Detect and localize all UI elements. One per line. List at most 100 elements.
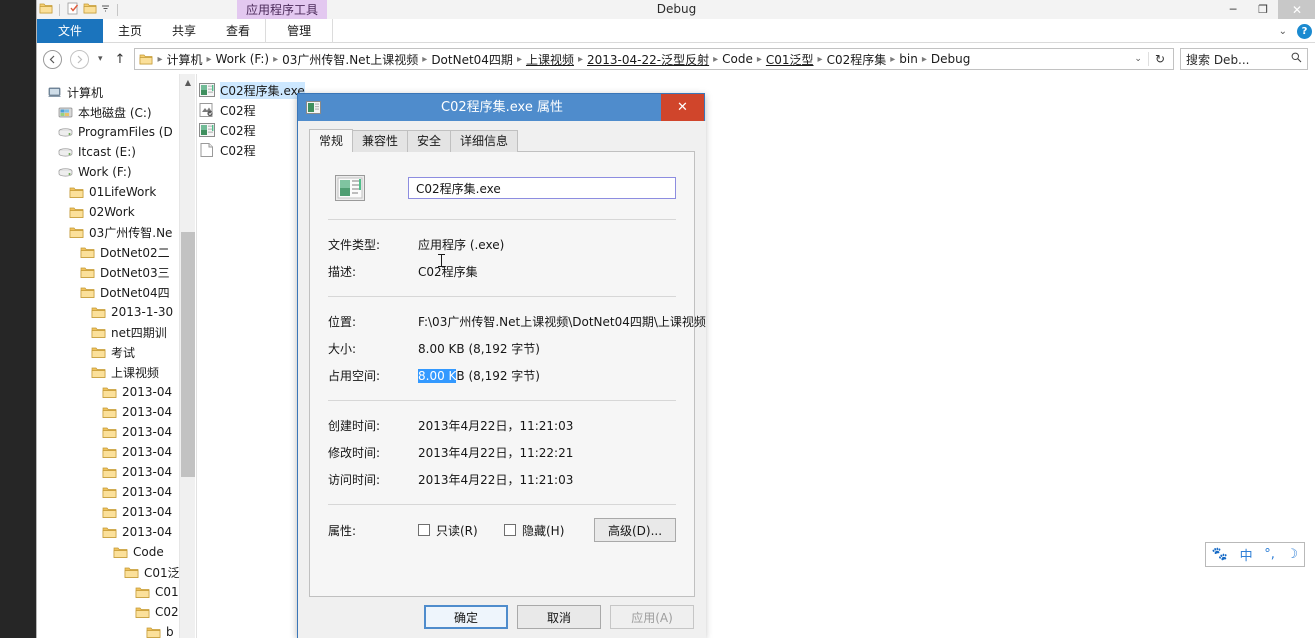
ok-button[interactable]: 确定 — [424, 605, 508, 629]
tab-compatibility[interactable]: 兼容性 — [352, 130, 409, 152]
tree-item-label: 2013-04 — [122, 465, 173, 479]
up-button[interactable]: ↑ — [115, 52, 126, 67]
tree-item[interactable]: Code — [37, 542, 179, 562]
tree-item[interactable]: 上课视频 — [37, 362, 179, 382]
ribbon-tab-share[interactable]: 共享 — [157, 19, 211, 43]
minimize-button[interactable]: ─ — [1218, 0, 1248, 19]
search-input[interactable]: 搜索 Deb... — [1180, 48, 1308, 70]
tree-item[interactable]: C01泛 — [37, 562, 179, 582]
ribbon-tab-home[interactable]: 主页 — [103, 19, 157, 43]
tree-item[interactable]: 03广州传智.Ne — [37, 222, 179, 242]
breadcrumb-sep-9: ▸ — [890, 53, 896, 65]
back-button[interactable] — [43, 49, 62, 69]
breadcrumb-item-2[interactable]: 03广州传智.Net上课视频 — [279, 51, 421, 68]
tree-item[interactable]: DotNet03三 — [37, 262, 179, 282]
tree-item-label: 01LifeWork — [89, 185, 157, 199]
tree-item[interactable]: 本地磁盘 (C:) — [37, 102, 179, 122]
tree-item[interactable]: ProgramFiles (D — [37, 122, 179, 142]
ime-logo-icon[interactable]: 🐾 — [1212, 547, 1228, 562]
ime-toolbar[interactable]: 🐾 中 °, ☽ — [1205, 542, 1305, 567]
breadcrumb-item-5[interactable]: 2013-04-22-泛型反射 — [584, 51, 712, 68]
readonly-checkbox-box[interactable] — [418, 524, 430, 536]
tab-general[interactable]: 常规 — [309, 129, 354, 152]
tab-details[interactable]: 详细信息 — [450, 130, 519, 152]
tree-item[interactable]: 计算机 — [37, 82, 179, 102]
tree-item[interactable]: net四期训 — [37, 322, 179, 342]
file-list-item-label: C02程 — [220, 123, 256, 138]
help-icon[interactable]: ? — [1297, 23, 1312, 39]
ime-punctuation-icon[interactable]: °, — [1264, 547, 1275, 562]
qat-new-folder-icon[interactable] — [83, 2, 97, 18]
ribbon-tab-file[interactable]: 文件 — [37, 19, 104, 43]
tree-item[interactable]: 02Work — [37, 202, 179, 222]
breadcrumb-item-10[interactable]: Debug — [928, 52, 973, 66]
readonly-checkbox[interactable]: 只读(R) — [418, 522, 504, 539]
tree-item[interactable]: 考试 — [37, 342, 179, 362]
tree-item[interactable]: 2013-04 — [37, 482, 179, 502]
tree-item[interactable]: Itcast (E:) — [37, 142, 179, 162]
breadcrumb-dropdown-chevron-down-icon[interactable]: ⌄ — [1128, 54, 1148, 64]
folder-icon — [102, 506, 117, 519]
breadcrumb[interactable]: ▸ 计算机 ▸ Work (F:) ▸ 03广州传智.Net上课视频 ▸ Dot… — [134, 48, 1174, 70]
qat-folder-icon[interactable] — [39, 2, 53, 18]
breadcrumb-item-0[interactable]: 计算机 — [163, 51, 205, 68]
forward-button[interactable] — [70, 49, 89, 69]
tree-item[interactable]: DotNet04四 — [37, 282, 179, 302]
breadcrumb-item-9[interactable]: bin — [896, 52, 921, 66]
folder-icon — [113, 546, 128, 559]
breadcrumb-item-7[interactable]: C01泛型 — [763, 51, 817, 68]
breadcrumb-item-6[interactable]: Code — [719, 52, 756, 66]
scrollbar-thumb[interactable] — [181, 232, 195, 477]
tree-item[interactable]: 2013-1-30 — [37, 302, 179, 322]
qat-customize-dropdown-icon[interactable] — [100, 3, 111, 17]
tree-item[interactable]: 2013-04 — [37, 462, 179, 482]
ribbon-collapse-chevron-down-icon[interactable]: ⌄ — [1279, 26, 1287, 37]
ribbon-tab-manage[interactable]: 管理 — [265, 19, 334, 43]
advanced-button[interactable]: 高级(D)... — [594, 518, 676, 542]
hidden-checkbox[interactable]: 隐藏(H) — [504, 522, 590, 539]
tree-item[interactable]: 2013-04 — [37, 522, 179, 542]
tree-item[interactable]: 2013-04 — [37, 502, 179, 522]
tree-item[interactable]: 2013-04 — [37, 442, 179, 462]
tree-item[interactable]: 2013-04 — [37, 402, 179, 422]
qat-properties-icon[interactable] — [66, 2, 80, 18]
tab-security[interactable]: 安全 — [407, 130, 452, 152]
field-size-on-disk-value[interactable]: 8.00 KB (8,192 字节) — [418, 367, 540, 384]
ime-menu-icon[interactable]: ☽ — [1287, 547, 1299, 562]
dialog-close-button[interactable]: ✕ — [661, 94, 704, 121]
restore-button[interactable]: ❐ — [1248, 0, 1278, 19]
refresh-button[interactable]: ↻ — [1147, 52, 1171, 66]
folder-icon — [146, 626, 161, 638]
tree-item[interactable]: 01LifeWork — [37, 182, 179, 202]
filename-field[interactable]: C02程序集.exe — [408, 177, 676, 199]
tree-item[interactable]: 2013-04 — [37, 382, 179, 402]
recent-locations-chevron-down-icon[interactable]: ▾ — [98, 54, 103, 64]
tree-item[interactable]: C02 — [37, 602, 179, 622]
tree-item[interactable]: DotNet02二 — [37, 242, 179, 262]
folder-tree[interactable]: 计算机 本地磁盘 (C:) ProgramFiles (D Itcast (E:) Wo… — [37, 74, 179, 638]
cancel-button[interactable]: 取消 — [517, 605, 601, 629]
tree-item[interactable]: C01 — [37, 582, 179, 602]
navigation-pane[interactable]: 计算机 本地磁盘 (C:) ProgramFiles (D Itcast (E:) Wo… — [37, 74, 179, 638]
dialog-title-bar[interactable]: C02程序集.exe 属性 ✕ — [298, 94, 704, 121]
breadcrumb-item-3[interactable]: DotNet04四期 — [428, 51, 516, 68]
tree-item[interactable]: Work (F:) — [37, 162, 179, 182]
navigation-scrollbar[interactable]: ▲ — [179, 74, 195, 638]
breadcrumb-item-8[interactable]: C02程序集 — [824, 51, 890, 68]
window-controls[interactable]: ─ ❐ ✕ — [1218, 0, 1315, 19]
ribbon-tab-view[interactable]: 查看 — [211, 19, 265, 43]
tree-item[interactable]: b — [37, 622, 179, 638]
divider-1 — [328, 219, 676, 220]
pane-splitter[interactable] — [196, 74, 197, 638]
close-button[interactable]: ✕ — [1278, 0, 1315, 19]
scroll-up-button[interactable]: ▲ — [180, 74, 196, 90]
breadcrumb-item-4[interactable]: 上课视频 — [523, 51, 577, 68]
hidden-checkbox-box[interactable] — [504, 524, 516, 536]
attributes-label: 属性: — [328, 523, 357, 538]
breadcrumb-item-1[interactable]: Work (F:) — [213, 52, 273, 66]
tree-item[interactable]: 2013-04 — [37, 422, 179, 442]
attributes-row: 属性: 只读(R) 隐藏(H) 高级(D)... — [328, 516, 676, 544]
apply-button[interactable]: 应用(A) — [610, 605, 694, 629]
ime-mode-chinese[interactable]: 中 — [1240, 545, 1253, 564]
quick-access-toolbar[interactable] — [37, 0, 121, 19]
